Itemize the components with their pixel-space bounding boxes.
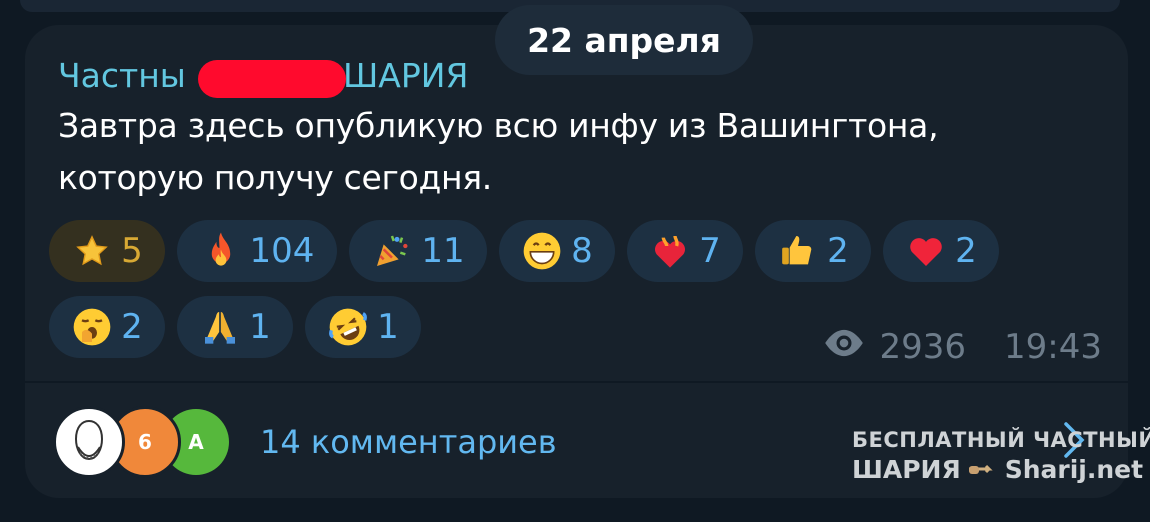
reaction-count: 2 [955,231,977,271]
redaction-mark [198,60,346,98]
eye-icon [821,327,867,367]
date-pill: 22 апреля [495,5,753,75]
reaction-count: 5 [121,231,143,271]
reaction-heart[interactable]: 2 [883,220,999,282]
message-text-line-2: которую получу сегодня. [58,158,492,197]
comments-link[interactable]: 14 комментариев [260,418,557,466]
heart-on-fire-icon [649,230,691,272]
comments-divider [25,381,1128,383]
rofl-icon [327,306,369,348]
reaction-count: 1 [377,307,399,347]
grinning-face-icon [521,230,563,272]
reaction-pray[interactable]: 1 [177,296,293,358]
reaction-count: 2 [121,307,143,347]
bald-man-icon [74,419,104,461]
reaction-thumbs-up[interactable]: 2 [755,220,871,282]
yawning-face-icon [71,306,113,348]
watermark-site: Sharij.net [1004,455,1144,484]
reaction-count: 7 [699,231,721,271]
message-text-line-1: Завтра здесь опубликую всю инфу из Вашин… [58,106,939,145]
reaction-yawn[interactable]: 2 [49,296,165,358]
reaction-count: 8 [571,231,593,271]
red-heart-icon [905,230,947,272]
reaction-count: 11 [421,231,465,271]
folded-hands-icon [199,306,241,348]
reaction-heart-on-fire[interactable]: 7 [627,220,743,282]
view-count: 2936 [879,327,967,367]
reaction-count: 1 [249,307,271,347]
watermark: БЕСПЛАТНЫЙ ЧАСТНЫЙ ШАРИЯ Sharij.net [852,428,1150,483]
reaction-count: 104 [249,231,315,271]
pointing-hand-icon [967,457,999,482]
watermark-line-2: ШАРИЯ Sharij.net [852,457,1150,482]
commenter-avatar-photo [53,406,125,478]
reaction-fire[interactable]: 104 [177,220,337,282]
reaction-party[interactable]: 11 [349,220,487,282]
channel-name-start: Частны [58,55,186,95]
reaction-grin[interactable]: 8 [499,220,615,282]
reaction-count: 2 [827,231,849,271]
thumbs-up-icon [777,230,819,272]
party-popper-icon [371,230,413,272]
message-time: 19:43 [1004,327,1102,367]
message-meta: 2936 19:43 [821,325,1102,369]
channel-name-end: ШАРИЯ [343,55,469,95]
fire-icon [200,230,242,272]
channel-name[interactable]: Частны [58,52,186,98]
star-icon [71,230,113,272]
watermark-brand: ШАРИЯ [852,455,961,484]
watermark-line-1: БЕСПЛАТНЫЙ ЧАСТНЫЙ [852,428,1150,452]
reaction-star[interactable]: 5 [49,220,165,282]
reaction-rofl[interactable]: 1 [305,296,421,358]
